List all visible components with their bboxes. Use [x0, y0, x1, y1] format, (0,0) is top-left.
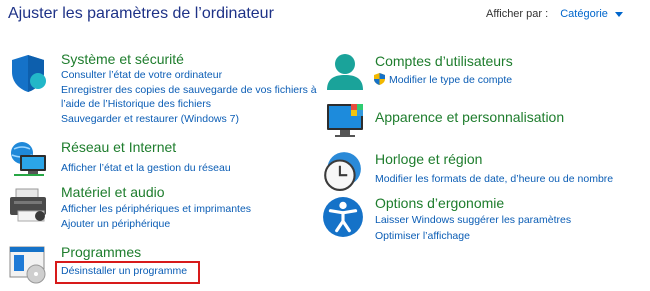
shield-icon: [12, 55, 46, 92]
link-windows-suggest[interactable]: Laisser Windows suggérer les paramètres: [375, 213, 571, 227]
chevron-down-icon[interactable]: [615, 11, 623, 17]
uac-shield-icon: [374, 73, 385, 85]
category-title-ease[interactable]: Options d’ergonomie: [375, 195, 504, 211]
highlight-box: [55, 261, 200, 284]
accessibility-icon: [323, 197, 363, 237]
category-title-clock[interactable]: Horloge et région: [375, 151, 482, 167]
programs-icon: [9, 246, 46, 284]
printer-icon: [10, 188, 46, 222]
category-title-accounts[interactable]: Comptes d’utilisateurs: [375, 53, 513, 69]
link-file-history-1[interactable]: Enregistrer des copies de sauvegarde de …: [61, 83, 317, 97]
category-title-network[interactable]: Réseau et Internet: [61, 139, 176, 155]
link-network-status[interactable]: Afficher l’état et la gestion du réseau: [61, 161, 231, 175]
clock-icon: [324, 152, 361, 191]
link-date-time-formats[interactable]: Modifier les formats de date, d’heure ou…: [375, 172, 613, 186]
appearance-icon: [327, 104, 363, 137]
view-by-dropdown[interactable]: Catégorie: [560, 8, 623, 20]
link-backup-restore[interactable]: Sauvegarder et restaurer (Windows 7): [61, 112, 239, 126]
network-icon: [11, 142, 46, 176]
category-title-hardware[interactable]: Matériel et audio: [61, 184, 165, 200]
view-by-label: Afficher par :: [486, 8, 549, 20]
page-title: Ajuster les paramètres de l’ordinateur: [8, 5, 274, 22]
link-add-device[interactable]: Ajouter un périphérique: [61, 217, 170, 231]
link-optimize-display[interactable]: Optimiser l’affichage: [375, 229, 470, 243]
category-title-system[interactable]: Système et sécurité: [61, 51, 184, 67]
category-title-appearance[interactable]: Apparence et personnalisation: [375, 109, 564, 125]
user-icon: [327, 54, 363, 90]
link-change-account-type[interactable]: Modifier le type de compte: [374, 73, 512, 87]
view-by-value[interactable]: Catégorie: [560, 8, 608, 20]
link-devices-printers[interactable]: Afficher les périphériques et imprimante…: [61, 202, 251, 216]
link-check-computer-status[interactable]: Consulter l’état de votre ordinateur: [61, 68, 222, 82]
link-change-account-type-label[interactable]: Modifier le type de compte: [389, 74, 512, 86]
view-by: Afficher par : Catégorie: [486, 8, 623, 20]
category-title-programs[interactable]: Programmes: [61, 244, 141, 260]
link-file-history-2[interactable]: l’aide de l’Historique des fichiers: [61, 97, 211, 111]
